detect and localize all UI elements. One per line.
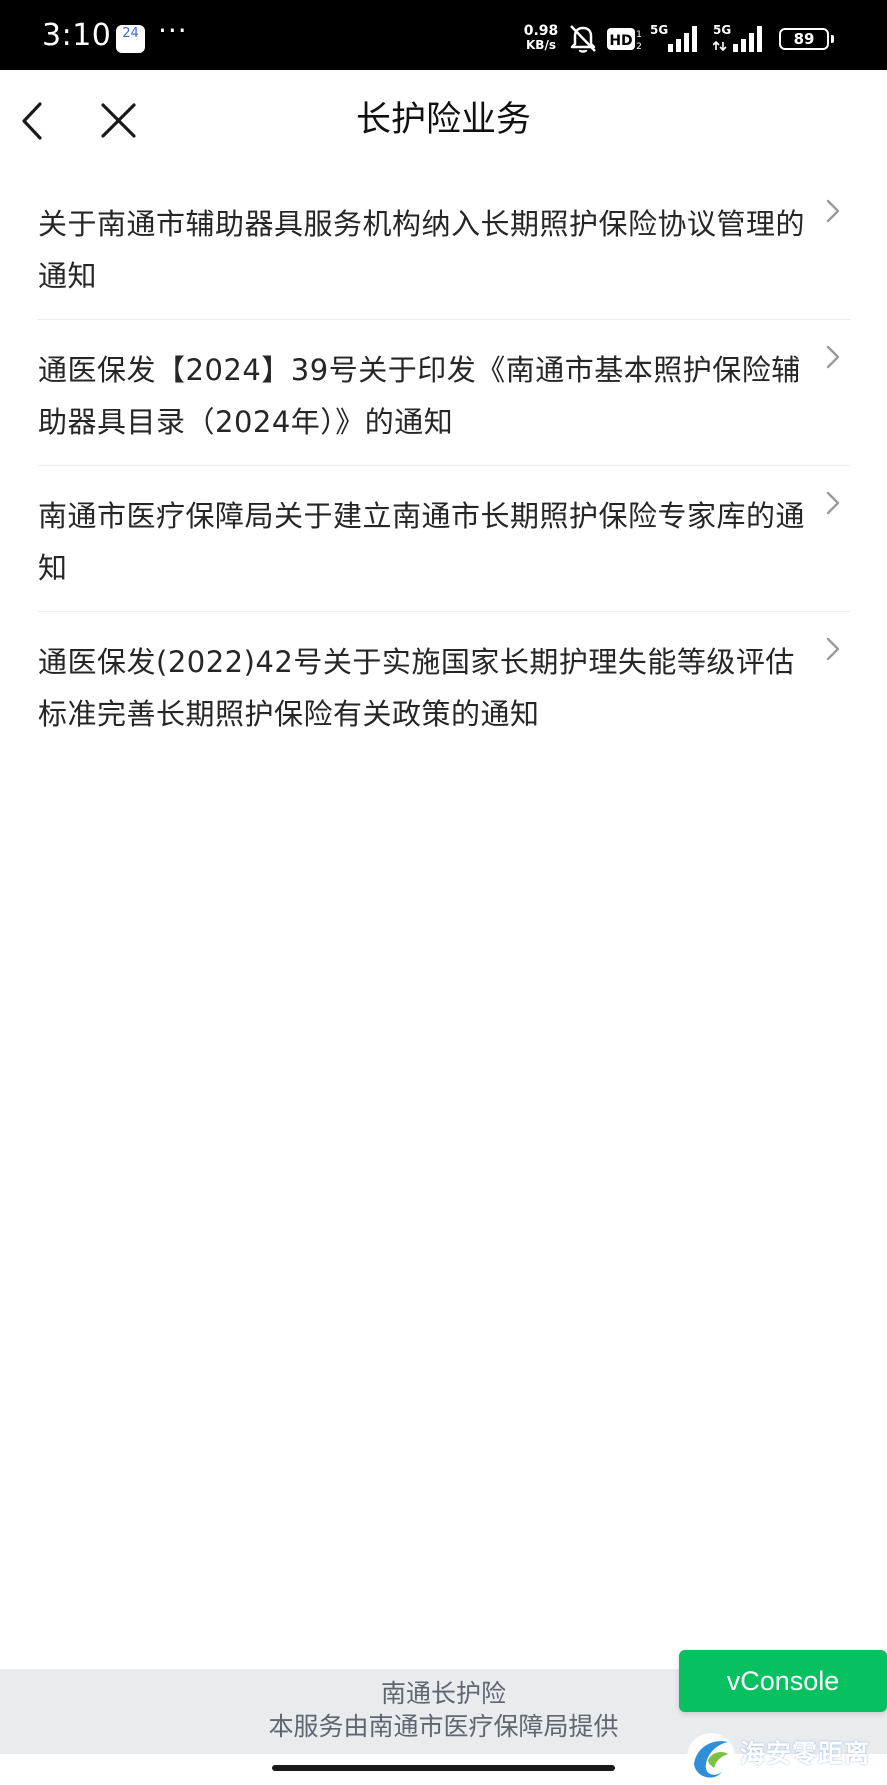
watermark: 海安零距离 — [682, 1728, 887, 1785]
list-item[interactable]: 关于南通市辅助器具服务机构纳入长期照护保险协议管理的通知 — [38, 174, 850, 320]
battery-tip — [831, 35, 834, 43]
svg-text:2: 2 — [636, 42, 642, 52]
status-bar: 3:10 24 ··· 0.98 KB/s HD 1 2 5G 5G 89 — [0, 0, 887, 70]
svg-text:1: 1 — [636, 30, 642, 40]
vconsole-button[interactable]: vConsole — [679, 1650, 887, 1712]
calendar-icon: 24 — [116, 25, 145, 53]
signal-icon: 5G — [713, 23, 762, 52]
network-speed-value: 0.98 — [523, 23, 559, 39]
chevron-right-icon — [826, 637, 840, 661]
list-item[interactable]: 通医保发【2024】39号关于印发《南通市基本照护保险辅助器具目录（2024年）… — [38, 320, 850, 466]
nav-bar: 长护险业务 — [0, 70, 887, 174]
more-dots-icon: ··· — [158, 14, 188, 47]
watermark-text: 海安零距离 — [740, 1739, 871, 1768]
status-time: 3:10 — [42, 18, 112, 53]
notice-title: 通医保发(2022)42号关于实施国家长期护理失能等级评估标准完善长期照护保险有… — [38, 645, 795, 731]
network-speed: 0.98 KB/s — [520, 24, 562, 52]
notice-title: 关于南通市辅助器具服务机构纳入长期照护保险协议管理的通知 — [38, 207, 806, 293]
signal-icon: 5G — [650, 23, 697, 52]
chevron-right-icon — [826, 199, 840, 223]
chevron-right-icon — [826, 345, 840, 369]
page-title: 长护险业务 — [355, 100, 531, 140]
list-item[interactable]: 南通市医疗保障局关于建立南通市长期照护保险专家库的通知 — [38, 466, 850, 612]
hd-icon: HD 1 2 — [607, 28, 642, 52]
signal-1-label: 5G — [650, 23, 668, 37]
list-item[interactable]: 通医保发(2022)42号关于实施国家长期护理失能等级评估标准完善长期照护保险有… — [38, 612, 850, 758]
battery-icon: 89 — [779, 28, 829, 50]
signal-2-label: 5G — [713, 23, 731, 37]
hd-label: HD — [609, 33, 632, 49]
mute-bell-icon — [570, 25, 596, 53]
watermark-logo-icon — [687, 1733, 735, 1781]
notice-title: 通医保发【2024】39号关于印发《南通市基本照护保险辅助器具目录（2024年）… — [38, 353, 801, 439]
notice-title: 南通市医疗保障局关于建立南通市长期照护保险专家库的通知 — [38, 499, 806, 585]
chevron-right-icon — [826, 491, 840, 515]
network-speed-unit: KB/s — [526, 38, 556, 52]
home-indicator — [272, 1765, 615, 1771]
notice-list: 关于南通市辅助器具服务机构纳入长期照护保险协议管理的通知 通医保发【2024】3… — [38, 174, 850, 758]
